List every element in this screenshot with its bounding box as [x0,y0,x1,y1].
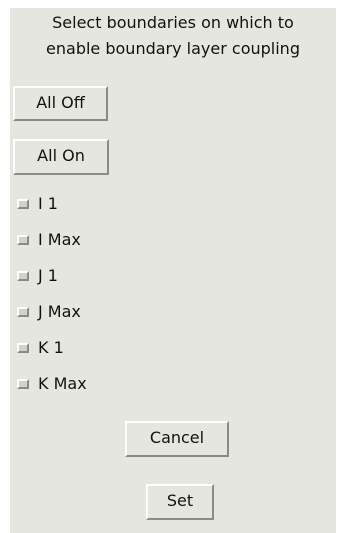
checkbox-option-j-max[interactable]: J Max [14,300,81,324]
checkbox-indicator[interactable] [17,307,29,317]
checkbox-label: I Max [38,230,81,249]
checkbox-option-i-max[interactable]: I Max [14,228,81,252]
checkbox-indicator[interactable] [17,271,29,281]
all-on-button[interactable]: All On [13,139,109,175]
set-button[interactable]: Set [146,484,214,520]
checkbox-indicator[interactable] [17,199,29,209]
instructions-text: Select boundaries on which to enable bou… [10,10,336,62]
checkbox-label: K Max [38,374,87,393]
checkbox-label: J Max [38,302,81,321]
instructions-line-1: Select boundaries on which to [52,13,294,32]
checkbox-option-i-1[interactable]: I 1 [14,192,58,216]
checkbox-indicator[interactable] [17,343,29,353]
checkbox-option-k-1[interactable]: K 1 [14,336,64,360]
checkbox-label: K 1 [38,338,64,357]
cancel-button[interactable]: Cancel [125,421,229,457]
checkbox-label: I 1 [38,194,58,213]
boundary-layer-coupling-dialog: Select boundaries on which to enable bou… [10,8,336,533]
checkbox-label: J 1 [38,266,58,285]
all-off-button[interactable]: All Off [13,86,108,121]
checkbox-indicator[interactable] [17,235,29,245]
checkbox-option-j-1[interactable]: J 1 [14,264,58,288]
checkbox-option-k-max[interactable]: K Max [14,372,87,396]
checkbox-indicator[interactable] [17,379,29,389]
instructions-line-2: enable boundary layer coupling [46,39,300,58]
